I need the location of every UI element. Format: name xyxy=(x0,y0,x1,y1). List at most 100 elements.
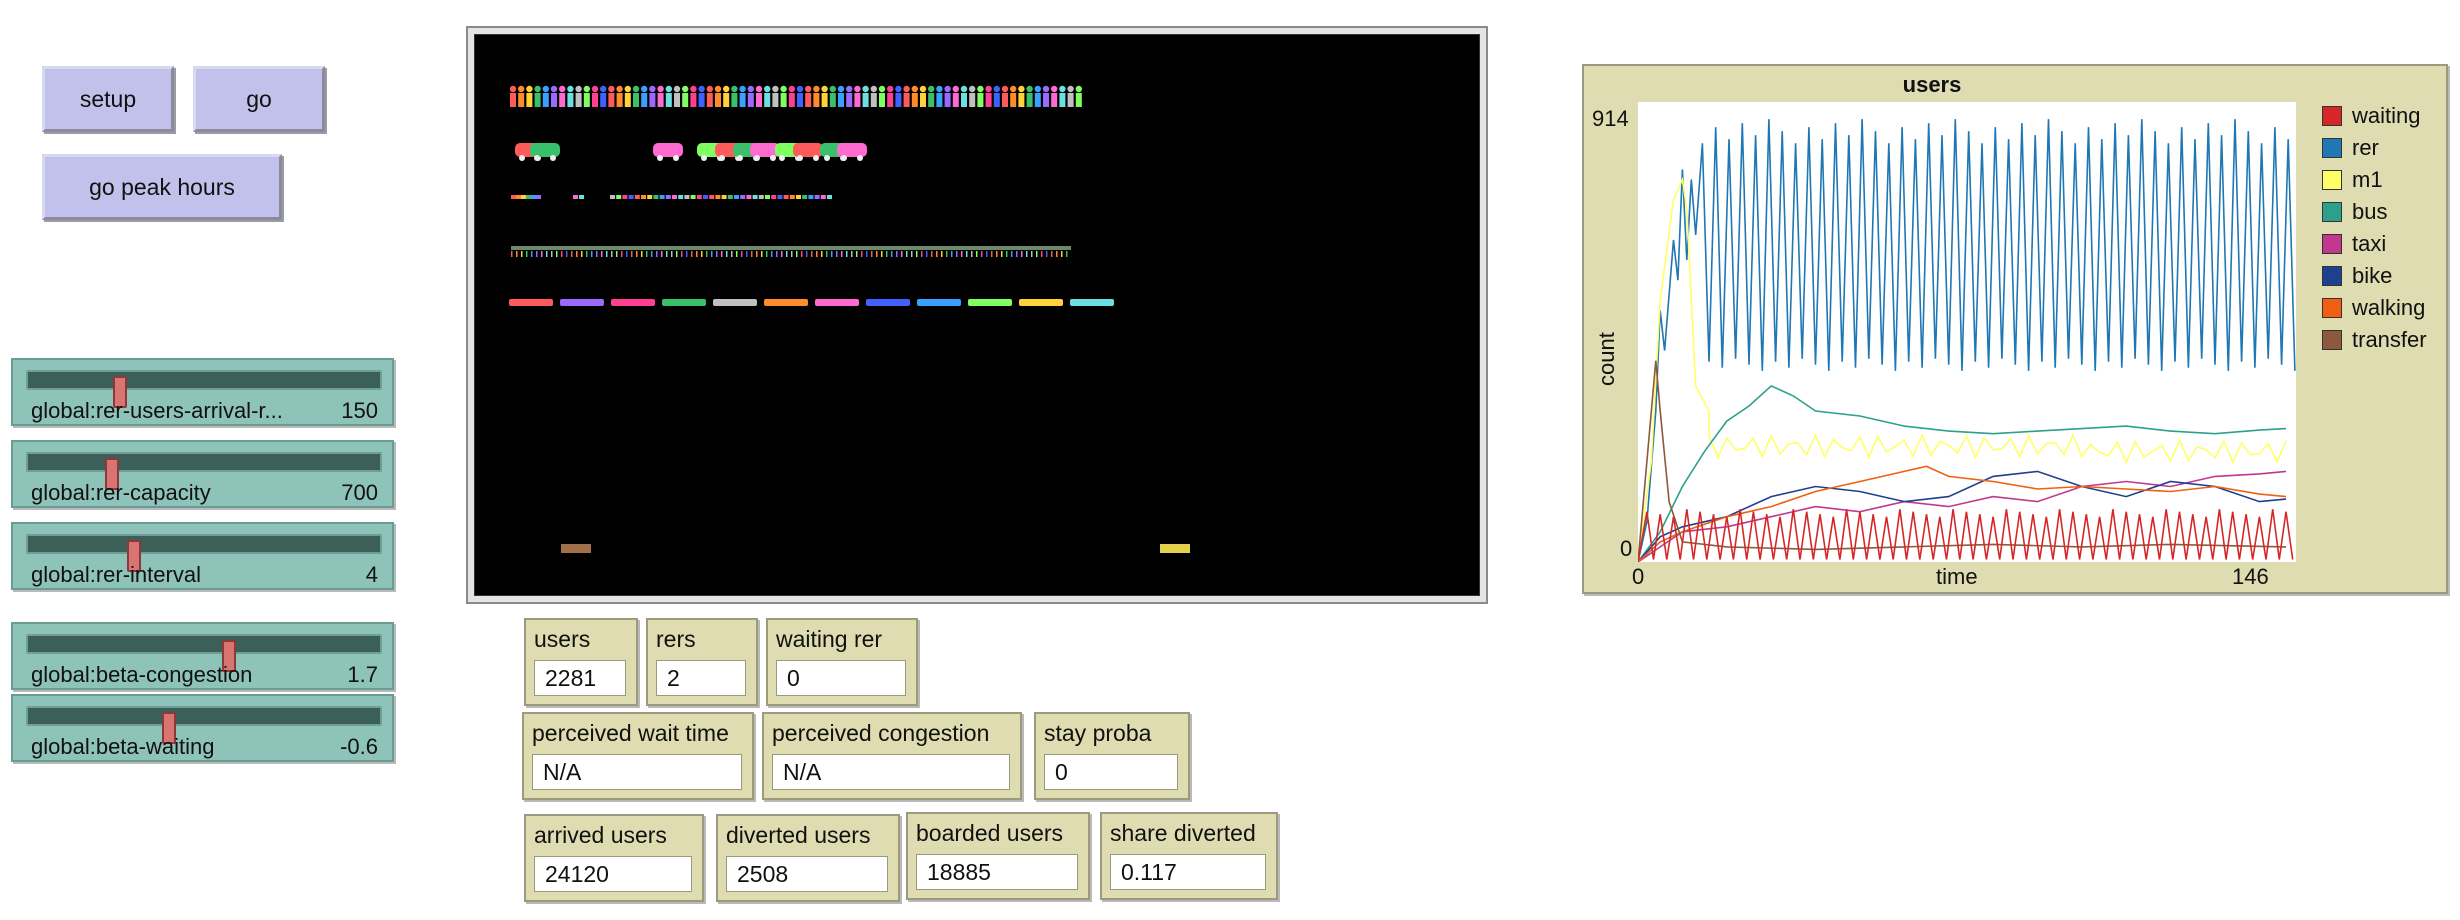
queue-agent xyxy=(931,251,933,257)
queue-agent xyxy=(586,251,588,257)
bike-agent xyxy=(526,195,531,199)
queue-agent xyxy=(646,251,648,257)
person-agent xyxy=(1075,85,1082,93)
person-agent xyxy=(870,85,877,93)
go-button[interactable]: go xyxy=(193,66,325,132)
person-agent xyxy=(567,93,574,107)
slider-label: global:rer-users-arrival-r... xyxy=(31,398,283,423)
bike-agent xyxy=(659,195,665,199)
person-agent xyxy=(616,93,623,107)
bike-agent xyxy=(610,195,615,199)
person-agent xyxy=(878,85,886,93)
bike-agent xyxy=(771,195,777,199)
car-wheel xyxy=(754,155,760,161)
monitor-label: stay proba xyxy=(1044,720,1152,746)
person-agent xyxy=(673,85,681,93)
go-peak-hours-button[interactable]: go peak hours xyxy=(42,154,282,220)
queue-agent xyxy=(811,251,813,257)
queue-agent xyxy=(886,251,888,257)
slider-value: 4 xyxy=(365,562,378,587)
person-agent xyxy=(813,93,820,107)
person-agent xyxy=(952,93,959,107)
queue-agent xyxy=(1046,251,1048,257)
car-agent xyxy=(793,143,823,157)
bike-agent xyxy=(827,195,832,199)
queue-agent xyxy=(581,251,583,257)
world-view[interactable] xyxy=(466,26,1488,604)
queue-agent xyxy=(671,251,673,257)
queue-agent xyxy=(1026,251,1028,257)
person-agent xyxy=(862,93,869,107)
monitor-perceived-wait-time: perceived wait time N/A xyxy=(522,712,754,800)
car-wheel xyxy=(841,155,847,161)
person-agent xyxy=(682,93,689,107)
person-agent xyxy=(772,93,779,107)
person-agent xyxy=(551,93,557,107)
queue-agent xyxy=(566,251,568,257)
person-agent xyxy=(936,85,943,93)
slider-beta-congestion[interactable]: global:beta-congestion 1.7 xyxy=(11,622,394,690)
queue-agent xyxy=(986,251,988,257)
person-agent xyxy=(1034,93,1041,107)
monitor-share-diverted: share diverted 0.117 xyxy=(1100,812,1278,900)
person-agent xyxy=(903,93,910,107)
queue-agent xyxy=(591,251,593,257)
person-agent xyxy=(1001,85,1009,93)
queue-agent xyxy=(606,251,608,257)
person-agent xyxy=(952,85,959,93)
person-agent xyxy=(1042,85,1050,93)
queue-agent xyxy=(941,251,943,257)
setup-button[interactable]: setup xyxy=(42,66,174,132)
queue-agent xyxy=(611,251,613,257)
person-agent xyxy=(747,85,754,93)
slider-track[interactable] xyxy=(26,706,382,744)
monitor-waiting-rer: waiting rer 0 xyxy=(766,618,918,706)
car-wheel xyxy=(770,155,776,161)
slider-rer-interval[interactable]: global:rer-interval 4 xyxy=(11,522,394,590)
slider-beta-waiting[interactable]: global:beta-waiting -0.6 xyxy=(11,694,394,762)
person-agent xyxy=(542,93,549,107)
car-wheel xyxy=(519,155,525,161)
person-agent xyxy=(813,85,820,93)
bike-agent xyxy=(653,195,659,199)
plot-area xyxy=(1638,102,2296,562)
queue-agent xyxy=(856,251,858,257)
car-agent xyxy=(837,143,867,157)
slider-track[interactable] xyxy=(26,634,382,672)
slider-track[interactable] xyxy=(26,534,382,572)
monitor-label: users xyxy=(534,626,591,652)
person-agent xyxy=(657,93,664,107)
queue-agent xyxy=(631,251,633,257)
slider-track[interactable] xyxy=(26,452,382,490)
person-agent xyxy=(838,93,844,107)
slider-track[interactable] xyxy=(26,370,382,408)
bike-agent xyxy=(616,195,622,199)
queue-agent xyxy=(1006,251,1008,257)
slider-rer-users-arrival-rate[interactable]: global:rer-users-arrival-r... 150 xyxy=(11,358,394,426)
person-agent xyxy=(739,93,746,107)
person-agent xyxy=(715,93,721,107)
bike-agent xyxy=(536,195,541,199)
queue-agent xyxy=(621,251,623,257)
person-agent xyxy=(862,85,869,93)
bike-agent xyxy=(802,195,808,199)
person-agent xyxy=(624,93,631,107)
person-agent xyxy=(526,85,533,93)
monitor-label: arrived users xyxy=(534,822,667,848)
users-plot[interactable]: users 914 0 0 146 count time waiting rer m… xyxy=(1582,64,2448,594)
train-agent xyxy=(713,299,757,306)
world-canvas[interactable] xyxy=(474,34,1480,596)
train-agents xyxy=(509,299,1114,306)
person-agent xyxy=(846,93,853,107)
person-agent xyxy=(657,85,664,93)
person-agent xyxy=(1010,93,1017,107)
person-agent xyxy=(649,85,656,93)
monitor-value: 24120 xyxy=(534,856,692,892)
monitor-perceived-congestion: perceived congestion N/A xyxy=(762,712,1022,800)
person-agent xyxy=(518,85,525,93)
person-agent xyxy=(1075,93,1082,107)
queue-agent xyxy=(966,251,968,257)
person-agent xyxy=(592,93,598,107)
slider-rer-capacity[interactable]: global:rer-capacity 700 xyxy=(11,440,394,508)
monitor-label: share diverted xyxy=(1110,820,1256,846)
